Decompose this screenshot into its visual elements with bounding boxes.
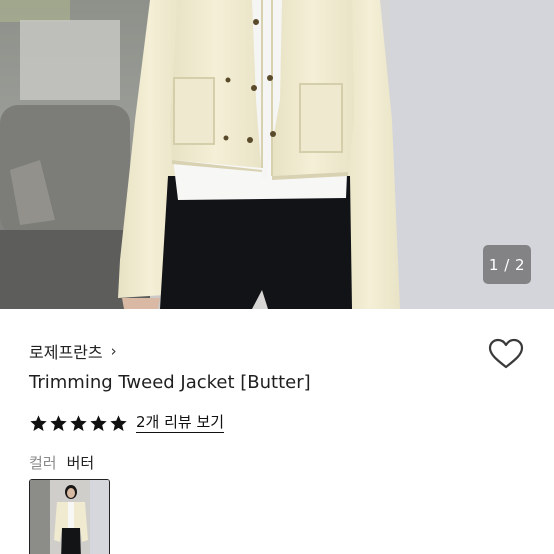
- brand-link[interactable]: 로제프란츠 ›: [29, 338, 117, 364]
- review-link[interactable]: 2개 리뷰 보기: [136, 413, 225, 433]
- color-thumbnail[interactable]: [29, 479, 110, 554]
- star-filled-icon: [50, 414, 67, 431]
- wishlist-button[interactable]: [486, 336, 526, 372]
- chevron-right-icon: ›: [110, 341, 117, 360]
- brand-name: 로제프란츠: [29, 343, 103, 362]
- product-photo: [0, 0, 554, 309]
- option-value: 버터: [66, 453, 95, 472]
- color-option: 컬러 버터: [29, 451, 94, 473]
- rating-row: 2개 리뷰 보기: [29, 410, 225, 436]
- image-page-counter: 1 / 2: [483, 245, 531, 284]
- product-title: Trimming Tweed Jacket [Butter]: [29, 372, 311, 393]
- product-image-gallery[interactable]: 1 / 2: [0, 0, 554, 309]
- star-rating: [29, 414, 128, 433]
- star-filled-icon: [70, 414, 87, 431]
- heart-outline-icon: [488, 338, 524, 369]
- star-filled-icon: [90, 414, 107, 431]
- thumbnail-photo: [30, 480, 109, 554]
- star-filled-icon: [30, 414, 47, 431]
- option-label: 컬러: [29, 453, 57, 472]
- star-filled-icon: [110, 414, 127, 431]
